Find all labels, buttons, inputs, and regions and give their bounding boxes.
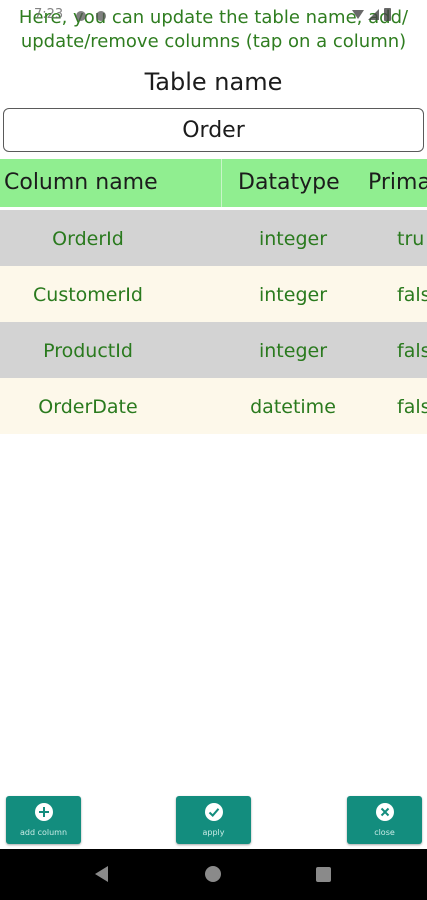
cell-primary-key: fals — [397, 340, 427, 362]
table-header: Column name Datatype Prima — [0, 159, 427, 207]
navigation-bar — [0, 849, 427, 900]
cell-datatype: datetime — [250, 396, 336, 418]
table-row[interactable]: ProductId integer fals — [0, 322, 427, 378]
cell-column-name: OrderId — [52, 228, 124, 250]
screen: 7:23 Here, you can update the table name… — [0, 0, 427, 900]
table-row[interactable]: OrderDate datetime fals — [0, 378, 427, 434]
status-bar: 7:23 — [0, 0, 427, 30]
home-icon[interactable] — [205, 866, 221, 882]
cell-datatype: integer — [258, 284, 328, 306]
battery-icon — [384, 8, 391, 21]
cell-column-name: ProductId — [43, 340, 133, 362]
notification-icon — [76, 11, 86, 21]
apply-label: apply — [202, 828, 225, 837]
status-time: 7:23 — [34, 7, 64, 22]
x-circle-icon — [376, 803, 394, 821]
plus-circle-icon — [35, 803, 53, 821]
signal-icon — [368, 9, 379, 20]
column-header-name: Column name — [4, 170, 158, 195]
add-column-label: add column — [19, 828, 68, 837]
page-title: Table name — [144, 68, 283, 96]
close-button[interactable]: close — [347, 796, 422, 844]
table-name-input[interactable] — [3, 108, 424, 152]
table-row[interactable]: CustomerId integer fals — [0, 266, 427, 322]
cell-column-name: CustomerId — [33, 284, 143, 306]
columns-list: OrderId integer tru CustomerId integer f… — [0, 210, 427, 434]
cell-primary-key: fals — [397, 284, 427, 306]
notification-icon — [96, 11, 106, 21]
cell-datatype: integer — [258, 228, 328, 250]
cell-column-name: OrderDate — [38, 396, 138, 418]
recents-icon[interactable] — [316, 867, 331, 882]
add-column-button[interactable]: add column — [6, 796, 81, 844]
hint-line: update/remove columns (tap on a column) — [20, 31, 407, 52]
check-circle-icon — [205, 803, 223, 821]
apply-button[interactable]: apply — [176, 796, 251, 844]
cell-primary-key: tru — [397, 228, 425, 250]
cell-primary-key: fals — [397, 396, 427, 418]
wifi-icon — [352, 10, 364, 19]
column-divider — [221, 159, 222, 207]
back-icon[interactable] — [95, 866, 108, 882]
column-header-primary-key: Prima — [368, 170, 427, 195]
column-header-datatype: Datatype — [238, 170, 340, 195]
close-label: close — [374, 828, 395, 837]
cell-datatype: integer — [258, 340, 328, 362]
table-row[interactable]: OrderId integer tru — [0, 210, 427, 266]
